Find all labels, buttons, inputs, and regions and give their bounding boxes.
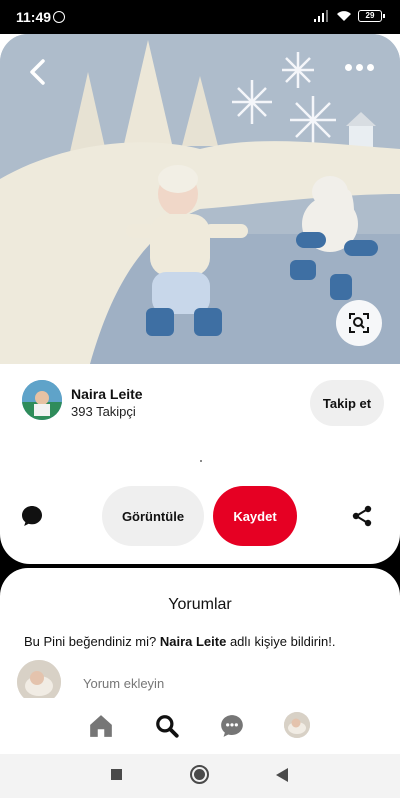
comments-prompt-suffix: adlı kişiye bildirin!. xyxy=(226,634,336,649)
comments-prompt-name[interactable]: Naira Leite xyxy=(160,634,226,649)
status-time: 11:49 xyxy=(16,9,52,25)
status-bar: 11:49 29 xyxy=(0,0,400,34)
share-button[interactable] xyxy=(350,504,374,528)
visual-search-icon xyxy=(349,313,369,333)
pin-card: Naira Leite 393 Takipçi Takip et Görüntü… xyxy=(0,34,400,564)
system-nav-bar xyxy=(0,754,400,798)
status-icons: 29 xyxy=(314,10,385,22)
system-back-button[interactable] xyxy=(276,768,288,782)
comments-title: Yorumlar xyxy=(168,596,232,613)
creator-followers: 393 Takipçi xyxy=(71,404,136,419)
signal-icon xyxy=(314,10,328,22)
save-button[interactable]: Kaydet xyxy=(213,486,297,546)
creator-row: Naira Leite 393 Takipçi Takip et xyxy=(20,380,384,426)
search-icon xyxy=(156,715,179,738)
pin-action-row: Görüntüle Kaydet xyxy=(0,486,400,546)
home-icon xyxy=(90,715,112,737)
system-home-button[interactable] xyxy=(190,765,209,784)
pin-image[interactable] xyxy=(0,34,400,364)
separator-dot xyxy=(200,460,202,462)
view-button[interactable]: Görüntüle xyxy=(102,486,204,546)
avatar-photo xyxy=(22,380,62,420)
back-button[interactable] xyxy=(22,56,54,88)
nav-home[interactable] xyxy=(87,712,115,740)
profile-avatar xyxy=(284,712,310,738)
add-comment-input[interactable]: Yorum ekleyin xyxy=(83,676,164,691)
comments-prompt: Bu Pini beğendiniz mi? Naira Leite adlı … xyxy=(24,634,384,649)
comment-bubble-icon xyxy=(22,506,42,526)
recent-apps-button[interactable] xyxy=(111,769,122,780)
follow-button[interactable]: Takip et xyxy=(310,380,384,426)
comments-prompt-prefix: Bu Pini beğendiniz mi? xyxy=(24,634,160,649)
comment-button[interactable] xyxy=(20,504,44,528)
wifi-icon xyxy=(337,11,351,21)
more-horizontal-icon xyxy=(345,64,352,71)
creator-avatar[interactable] xyxy=(22,380,62,420)
chevron-left-icon xyxy=(30,59,45,85)
creator-name[interactable]: Naira Leite xyxy=(71,386,143,402)
battery-icon: 29 xyxy=(358,10,385,22)
chat-icon xyxy=(221,715,243,737)
whatsapp-icon xyxy=(53,11,65,23)
bottom-nav xyxy=(0,698,400,754)
share-icon xyxy=(352,505,372,527)
more-options-button[interactable] xyxy=(345,64,374,71)
nav-profile[interactable] xyxy=(284,712,310,738)
nav-messages[interactable] xyxy=(218,712,246,740)
visual-search-button[interactable] xyxy=(336,300,382,346)
nav-search[interactable] xyxy=(153,712,181,740)
